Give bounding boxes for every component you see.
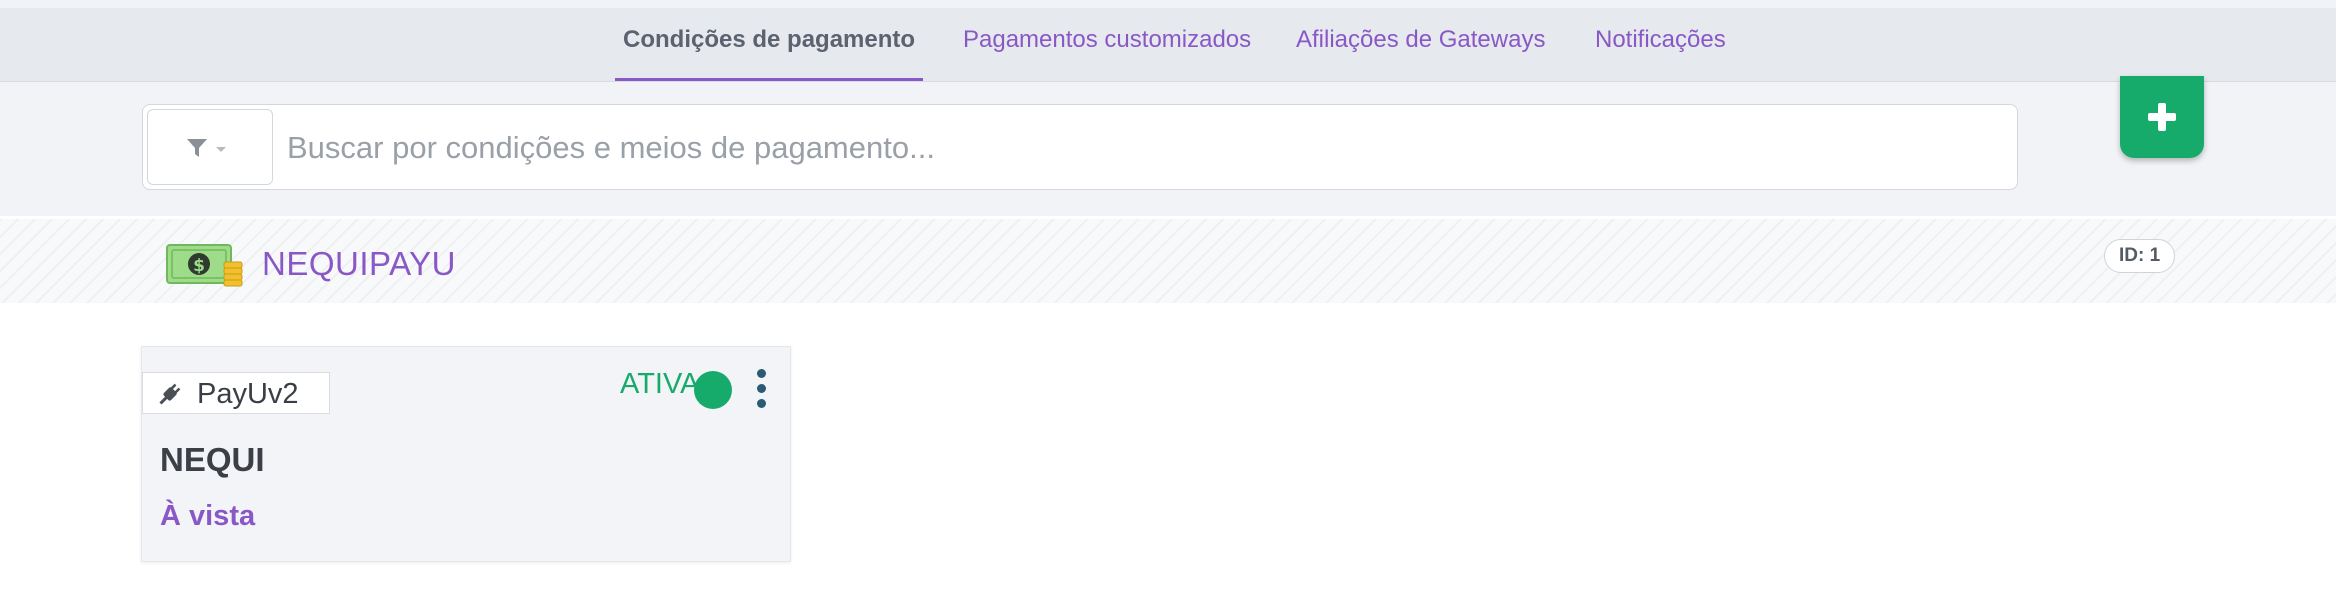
caret-down-icon: [216, 147, 226, 152]
payment-condition-card[interactable]: PayUv2 ATIVA NEQUI À vista: [141, 346, 791, 562]
search-bar: [142, 104, 2018, 191]
filter-icon: [187, 139, 226, 157]
group-header: $ NEQUIPAYU ID: 1: [0, 219, 2336, 303]
tab-pagamentos-customizados[interactable]: Pagamentos customizados: [963, 8, 1251, 81]
payment-method-name: NEQUI: [160, 441, 265, 478]
payment-condition-name[interactable]: À vista: [160, 500, 255, 533]
tab-notificacoes[interactable]: Notificações: [1595, 8, 1726, 81]
kebab-menu-icon[interactable]: [754, 369, 768, 409]
gateway-tag: PayUv2: [142, 372, 330, 414]
filter-dropdown-button[interactable]: [147, 109, 273, 185]
tabs-bar: Condições de pagamento Pagamentos custom…: [0, 8, 2336, 82]
status-indicator: [694, 371, 732, 409]
plug-icon: [159, 383, 181, 405]
tab-afiliacoes-de-gateways[interactable]: Afiliações de Gateways: [1296, 8, 1545, 81]
gateway-name: PayUv2: [197, 378, 299, 410]
money-icon: $: [166, 244, 243, 287]
group-title: NEQUIPAYU: [262, 245, 456, 282]
tab-condicoes-de-pagamento[interactable]: Condições de pagamento: [614, 8, 924, 81]
top-area: Condições de pagamento Pagamentos custom…: [0, 0, 2336, 216]
status-label: ATIVA: [620, 368, 700, 400]
svg-text:$: $: [193, 256, 205, 276]
plus-icon: [2148, 103, 2176, 131]
add-button[interactable]: [2120, 76, 2204, 158]
search-input[interactable]: [285, 105, 1989, 191]
id-badge: ID: 1: [2104, 239, 2176, 273]
